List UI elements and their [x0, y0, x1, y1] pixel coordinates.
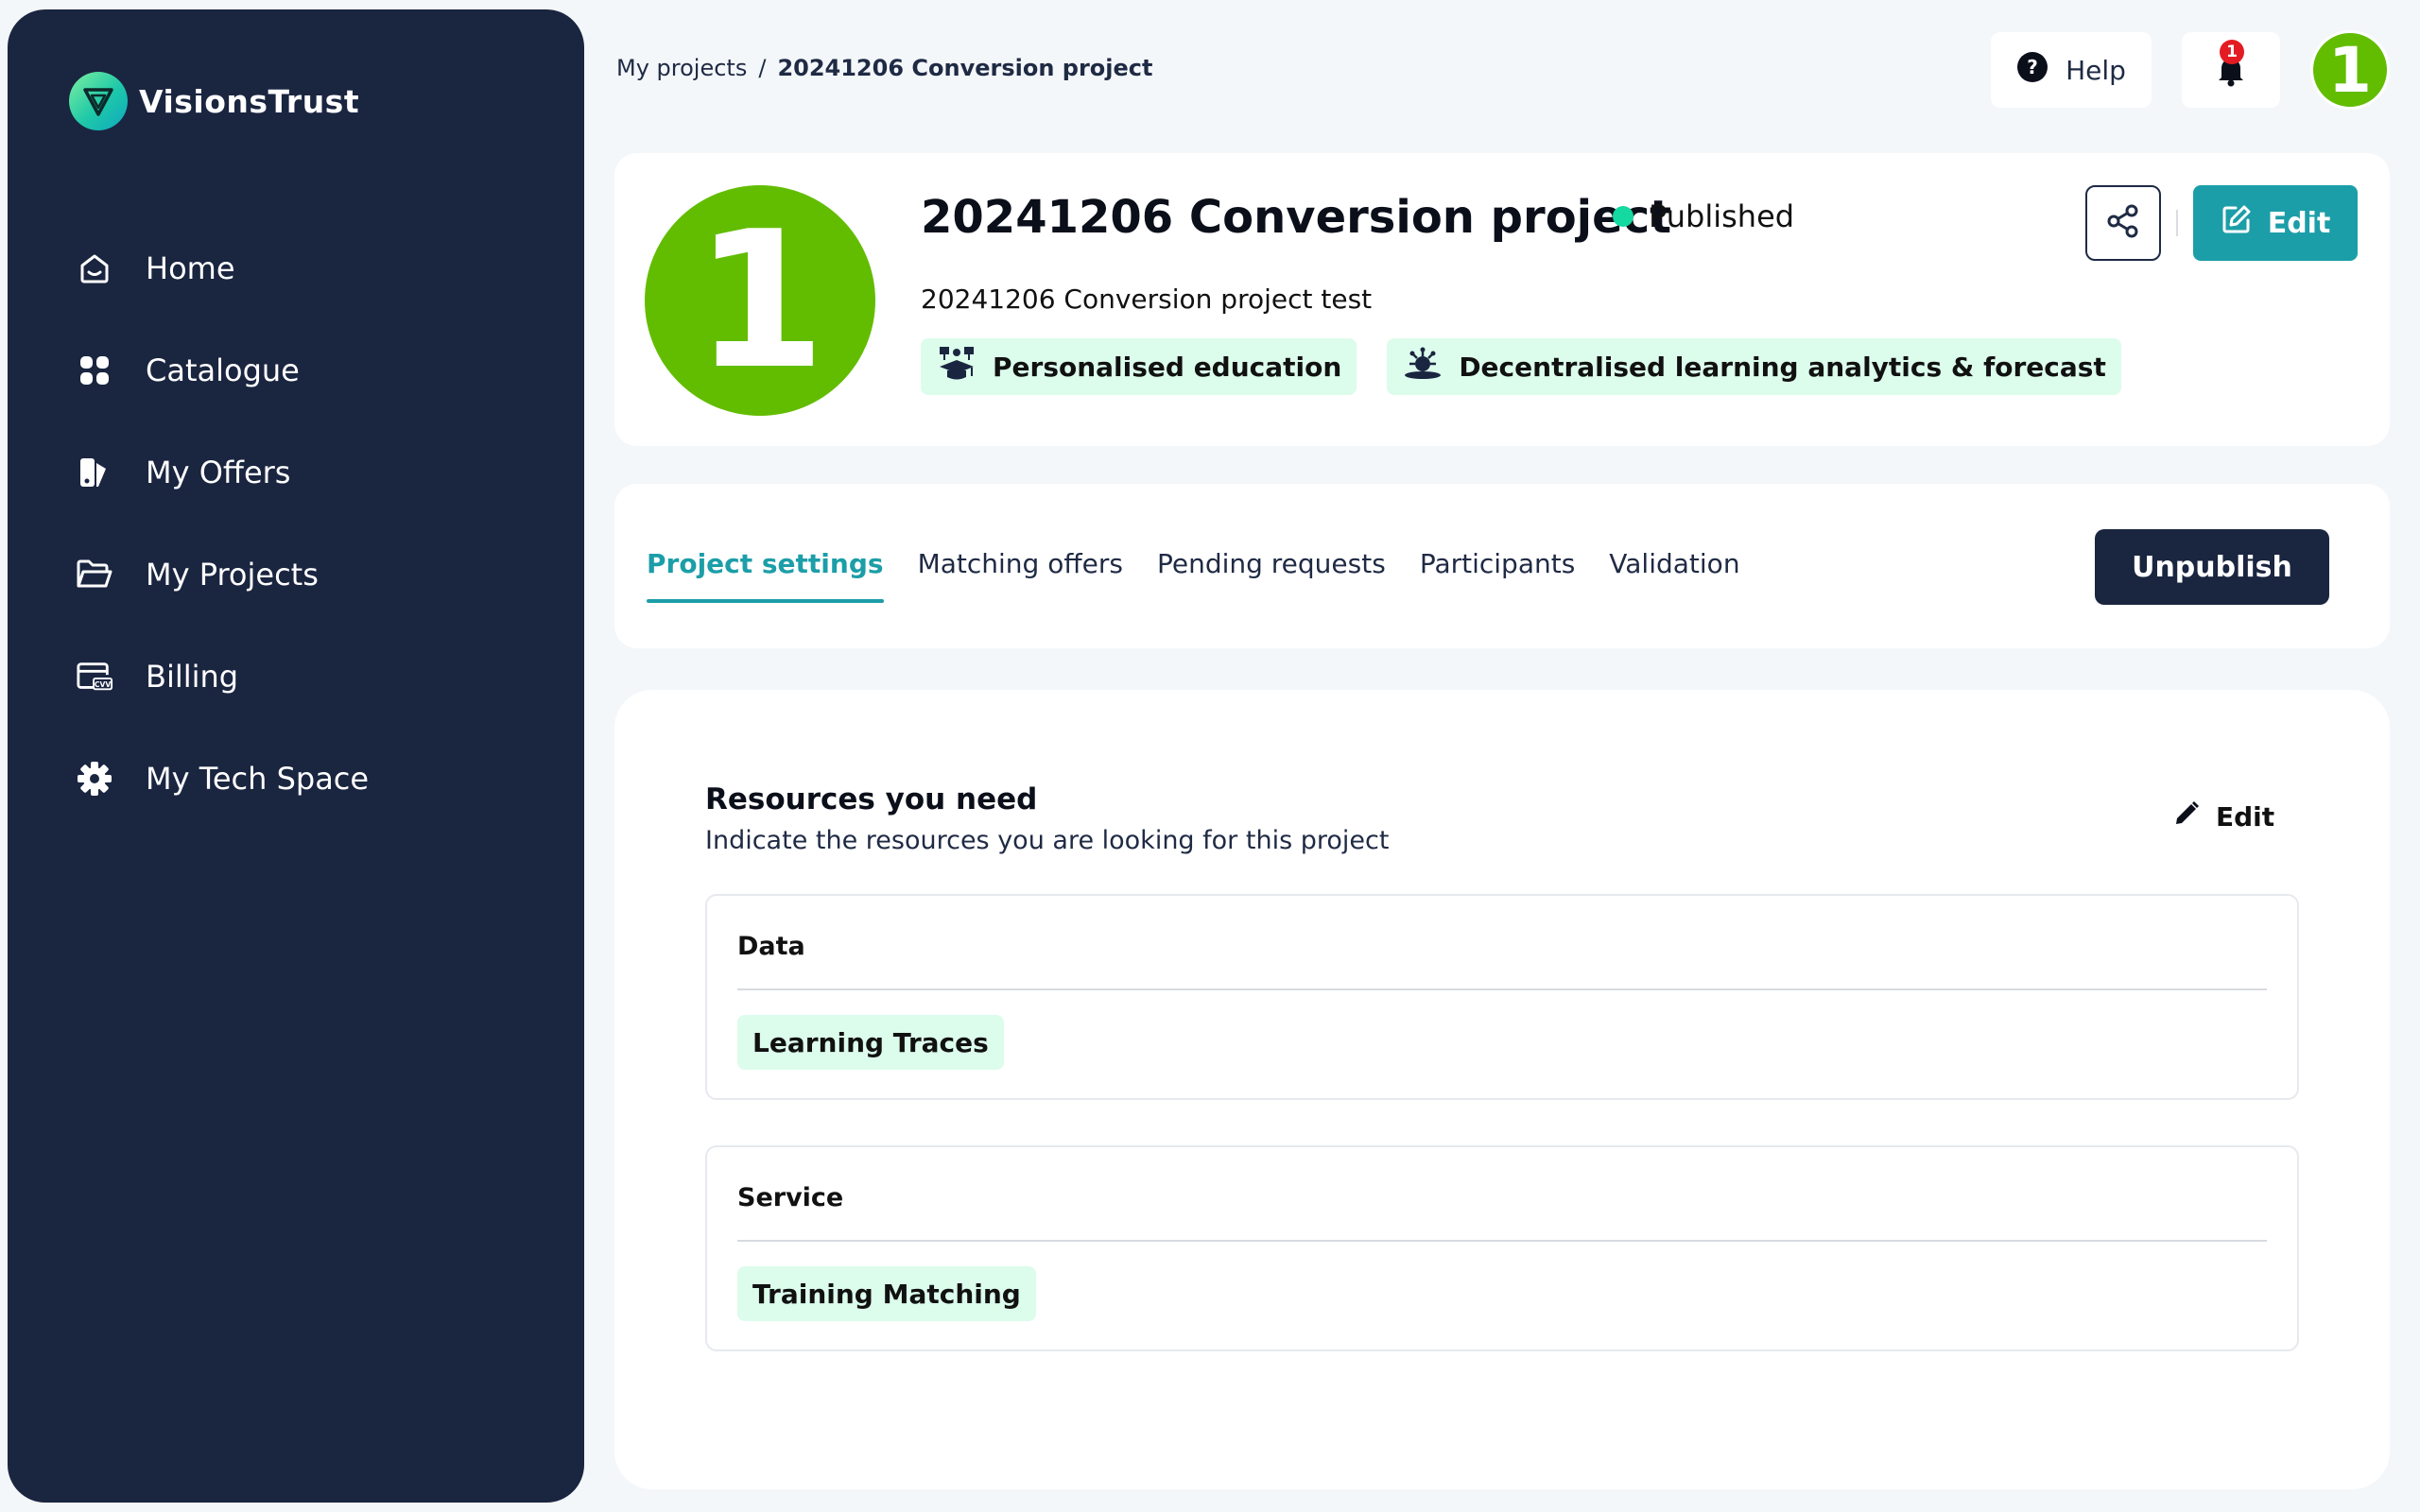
tab-matching-offers[interactable]: Matching offers — [918, 548, 1123, 603]
header-actions-divider — [2176, 210, 2178, 236]
status-dot-icon — [1613, 206, 1634, 227]
status-badge: Published — [1613, 198, 1794, 234]
sidebar-item-billing[interactable]: CVV Billing — [76, 626, 369, 728]
help-label: Help — [2066, 54, 2126, 86]
sidebar-item-label: My Projects — [146, 557, 319, 593]
brand-logo[interactable]: VisionsTrust — [69, 72, 359, 130]
resource-chip: Training Matching — [737, 1266, 1036, 1321]
sidebar-item-label: Catalogue — [146, 352, 300, 388]
notifications-button[interactable]: 1 — [2182, 32, 2280, 108]
visionstrust-logo-icon — [69, 72, 128, 130]
question-circle-icon: ? — [2016, 51, 2048, 90]
edit-label: Edit — [2267, 206, 2331, 240]
help-button[interactable]: ? Help — [1991, 32, 2152, 108]
status-label: Published — [1649, 198, 1795, 234]
sidebar-item-label: My Tech Space — [146, 761, 370, 797]
project-tabs: Project settings Matching offers Pending… — [647, 548, 1740, 603]
resources-title: Resources you need — [705, 782, 1038, 816]
edit-label: Edit — [2216, 801, 2275, 833]
home-icon — [76, 249, 113, 287]
resource-chip: Learning Traces — [737, 1015, 1004, 1070]
sidebar-item-my-projects[interactable]: My Projects — [76, 524, 369, 626]
project-description: 20241206 Conversion project test — [921, 284, 1373, 315]
analytics-icon — [1402, 345, 1443, 389]
tab-project-settings[interactable]: Project settings — [647, 548, 884, 603]
folder-icon — [76, 556, 113, 593]
user-avatar[interactable]: 1 — [2310, 30, 2390, 110]
breadcrumb-current: 20241206 Conversion project — [777, 55, 1153, 81]
tab-validation[interactable]: Validation — [1609, 548, 1739, 603]
grid-icon — [76, 352, 113, 389]
sidebar-item-catalogue[interactable]: Catalogue — [76, 319, 369, 421]
resource-group-data: Data Learning Traces — [705, 894, 2299, 1100]
project-tags: Personalised education Decentralised lea… — [921, 338, 2121, 395]
offers-icon — [76, 454, 113, 491]
sidebar-item-label: Billing — [146, 659, 239, 695]
breadcrumb-separator: / — [758, 55, 767, 81]
sidebar-item-label: My Offers — [146, 455, 291, 490]
pencil-icon — [2172, 799, 2201, 834]
sidebar-item-home[interactable]: Home — [76, 217, 369, 319]
breadcrumb-link-my-projects[interactable]: My projects — [616, 55, 747, 81]
resource-group-title: Service — [737, 1183, 844, 1212]
share-button[interactable] — [2085, 185, 2161, 261]
sidebar-nav: Home Catalogue My Offers My Projects CVV… — [76, 217, 369, 830]
share-icon — [2105, 203, 2141, 243]
resource-group-title: Data — [737, 932, 805, 961]
bell-icon — [2212, 59, 2250, 93]
resources-subtitle: Indicate the resources you are looking f… — [705, 826, 1390, 855]
resource-group-service: Service Training Matching — [705, 1145, 2299, 1351]
project-tabs-card: Project settings Matching offers Pending… — [614, 484, 2390, 648]
sidebar-item-my-offers[interactable]: My Offers — [76, 421, 369, 524]
sidebar: VisionsTrust Home Catalogue My Offers My… — [8, 9, 584, 1503]
project-avatar: 1 — [645, 185, 875, 416]
resources-card: Resources you need Indicate the resource… — [614, 690, 2390, 1489]
edit-project-button[interactable]: Edit — [2193, 185, 2358, 261]
sidebar-item-label: Home — [146, 250, 235, 286]
education-icon — [936, 345, 977, 389]
tab-participants[interactable]: Participants — [1420, 548, 1575, 603]
tab-pending-requests[interactable]: Pending requests — [1157, 548, 1386, 603]
credit-card-icon: CVV — [76, 658, 113, 696]
project-header-card: 1 20241206 Conversion project Published … — [614, 153, 2390, 446]
edit-square-icon — [2221, 203, 2253, 243]
tag-decentralised-learning-analytics: Decentralised learning analytics & forec… — [1387, 338, 2121, 395]
tag-label: Personalised education — [993, 351, 1342, 383]
tag-personalised-education: Personalised education — [921, 338, 1357, 395]
sidebar-item-my-tech-space[interactable]: My Tech Space — [76, 728, 369, 830]
resource-group-divider — [737, 1240, 2267, 1242]
brand-name: VisionsTrust — [139, 82, 360, 120]
svg-text:?: ? — [2027, 56, 2038, 78]
resource-group-divider — [737, 988, 2267, 990]
tag-label: Decentralised learning analytics & forec… — [1459, 351, 2106, 383]
notification-badge: 1 — [2220, 40, 2244, 64]
edit-resources-button[interactable]: Edit — [2172, 799, 2274, 834]
gear-icon — [76, 760, 113, 798]
project-title: 20241206 Conversion project — [921, 191, 1672, 244]
svg-text:CVV: CVV — [95, 680, 111, 689]
breadcrumb: My projects / 20241206 Conversion projec… — [616, 55, 1152, 81]
unpublish-button[interactable]: Unpublish — [2095, 529, 2329, 605]
